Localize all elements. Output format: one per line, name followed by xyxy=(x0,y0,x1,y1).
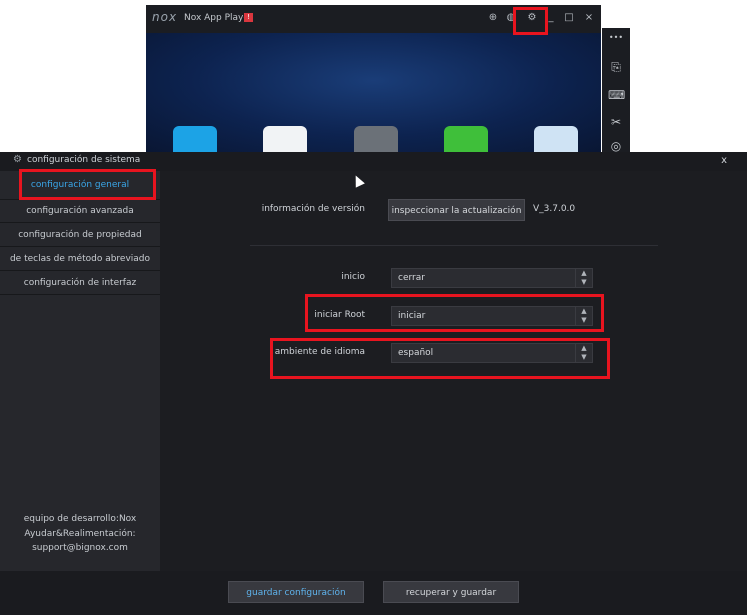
android-desktop xyxy=(146,33,601,152)
save-settings-button[interactable]: guardar configuración xyxy=(228,581,364,603)
scissors-icon[interactable]: ✂ xyxy=(608,114,624,130)
dialog-footer: guardar configuración recuperar y guarda… xyxy=(0,571,747,615)
file-manager-app-icon[interactable] xyxy=(534,126,578,152)
dialog-title: configuración de sistema xyxy=(27,155,141,165)
settings-highlight-box xyxy=(513,7,548,35)
version-label: información de versión xyxy=(261,204,365,214)
root-highlight-box xyxy=(305,294,604,332)
gear-icon: ⚙ xyxy=(13,154,22,165)
maximize-button[interactable]: □ xyxy=(562,11,576,25)
startup-select[interactable]: cerrar ▲ ▼ xyxy=(391,268,593,288)
language-highlight-box xyxy=(270,338,610,379)
pin-icon[interactable]: ⊕ xyxy=(486,11,500,25)
startup-label: inicio xyxy=(341,272,365,282)
settings-sidebar: configuración general configuración avan… xyxy=(0,171,160,571)
nox-window-title: Nox App Player xyxy=(184,13,253,23)
nox-side-toolbar: ••• ⎘ ⌨ ✂ ◎ xyxy=(602,28,630,153)
sidebar-item-advanced[interactable]: configuración avanzada xyxy=(0,200,160,223)
startup-value: cerrar xyxy=(398,273,425,283)
browser-app-icon[interactable] xyxy=(173,126,217,152)
dialog-close-button[interactable]: x xyxy=(721,155,727,166)
developer-text: equipo de desarrollo:Nox xyxy=(23,514,137,524)
sidebar-item-shortcuts[interactable]: de teclas de método abreviado xyxy=(0,248,160,271)
shake-icon[interactable]: ⎘ xyxy=(608,59,624,75)
sidebar-item-property[interactable]: configuración de propiedad xyxy=(0,224,160,247)
restore-save-button[interactable]: recuperar y guardar xyxy=(383,581,519,603)
divider xyxy=(250,245,658,246)
more-icon[interactable]: ••• xyxy=(608,30,624,46)
notification-badge[interactable]: ! xyxy=(244,13,253,22)
close-button[interactable]: × xyxy=(582,11,596,25)
game-center-app-icon[interactable] xyxy=(444,126,488,152)
feedback-text: Ayudar&Realimentación: xyxy=(24,529,136,539)
general-highlight-box xyxy=(19,169,156,200)
settings-dialog: ⚙ configuración de sistema x configuraci… xyxy=(0,152,747,615)
google-settings-app-icon[interactable] xyxy=(354,126,398,152)
version-value: V_3.7.0.0 xyxy=(533,204,576,214)
keyboard-icon[interactable]: ⌨ xyxy=(608,87,625,103)
chevron-updown-icon: ▲ ▼ xyxy=(575,269,592,287)
support-email[interactable]: support@bignox.com xyxy=(0,543,160,553)
sidebar-item-interface[interactable]: configuración de interfaz xyxy=(0,272,160,295)
play-store-app-icon[interactable] xyxy=(263,126,307,152)
nox-logo: nox xyxy=(152,10,178,24)
check-update-button[interactable]: inspeccionar la actualización xyxy=(388,199,525,221)
